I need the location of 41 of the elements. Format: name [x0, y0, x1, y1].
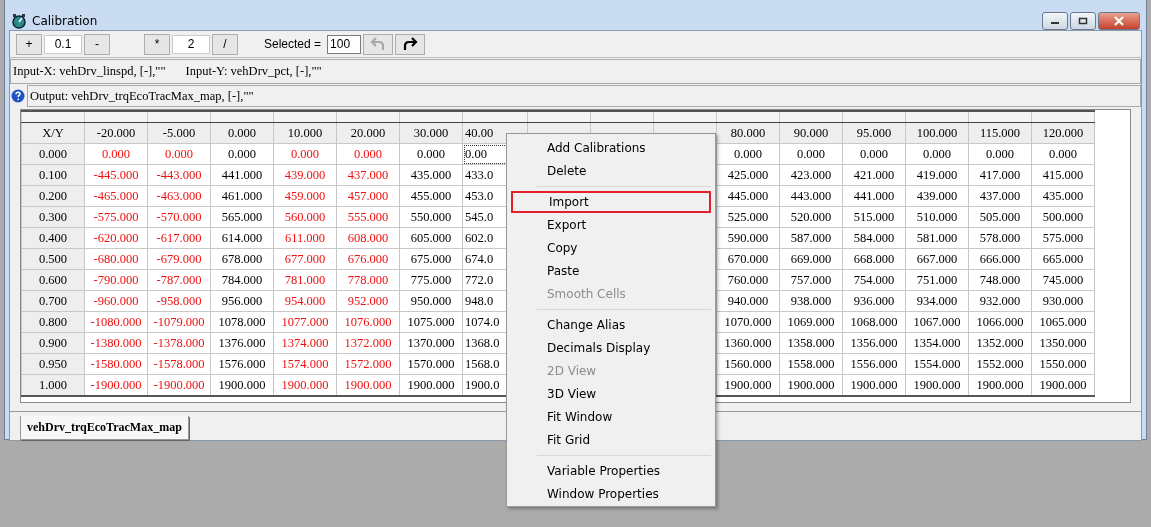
- close-button[interactable]: [1098, 12, 1140, 30]
- gauge-icon: [11, 13, 27, 29]
- sheet-tab[interactable]: vehDrv_trqEcoTracMax_map: [20, 416, 189, 440]
- row-header: 0.400: [21, 227, 85, 249]
- row-header: 0.950: [21, 353, 85, 375]
- menu-item[interactable]: Import: [511, 191, 711, 213]
- close-icon: [1113, 16, 1125, 26]
- row-header: 0.200: [21, 185, 85, 207]
- add-value-field[interactable]: 0.1: [44, 34, 82, 54]
- redo-arrow-icon: [402, 36, 419, 52]
- row-header: 0.300: [21, 206, 85, 228]
- row-header: 0.600: [21, 269, 85, 291]
- undo-arrow-icon: [370, 36, 387, 52]
- divide-button[interactable]: /: [212, 33, 238, 55]
- minimize-button[interactable]: [1042, 12, 1068, 30]
- row-header: 0.500: [21, 248, 85, 270]
- add-button[interactable]: +: [16, 33, 42, 55]
- maximize-button[interactable]: [1070, 12, 1096, 30]
- row-header: 0.900: [21, 332, 85, 354]
- multiply-button[interactable]: *: [144, 33, 170, 55]
- output-label: Output: vehDrv_trqEcoTracMax_map, [-],"": [27, 85, 1141, 107]
- row-header: 0.000: [21, 143, 85, 165]
- maximize-icon: [1078, 17, 1088, 25]
- menu-item[interactable]: Fit Grid: [511, 429, 711, 451]
- row-header: 0.100: [21, 164, 85, 186]
- selected-label: Selected =: [264, 37, 322, 51]
- subtract-button[interactable]: -: [84, 33, 110, 55]
- corner-header: X/Y: [21, 122, 85, 144]
- menu-item[interactable]: Variable Properties: [511, 460, 711, 482]
- multiply-value-field[interactable]: 2: [172, 34, 210, 54]
- menu-item[interactable]: Window Properties: [511, 483, 711, 505]
- input-y-label: Input-Y: vehDrv_pct, [-],"": [185, 64, 322, 79]
- redo-button[interactable]: [395, 33, 426, 55]
- row-header: 0.800: [21, 311, 85, 333]
- window-title: Calibration: [32, 14, 98, 28]
- help-icon[interactable]: [11, 89, 25, 103]
- row-header: 0.700: [21, 290, 85, 312]
- selected-value-field[interactable]: 100: [327, 34, 362, 54]
- menu-item[interactable]: Fit Window: [511, 406, 711, 428]
- row-header: 1.000: [21, 374, 85, 396]
- input-x-label: Input-X: vehDrv_linspd, [-],"": [13, 64, 166, 79]
